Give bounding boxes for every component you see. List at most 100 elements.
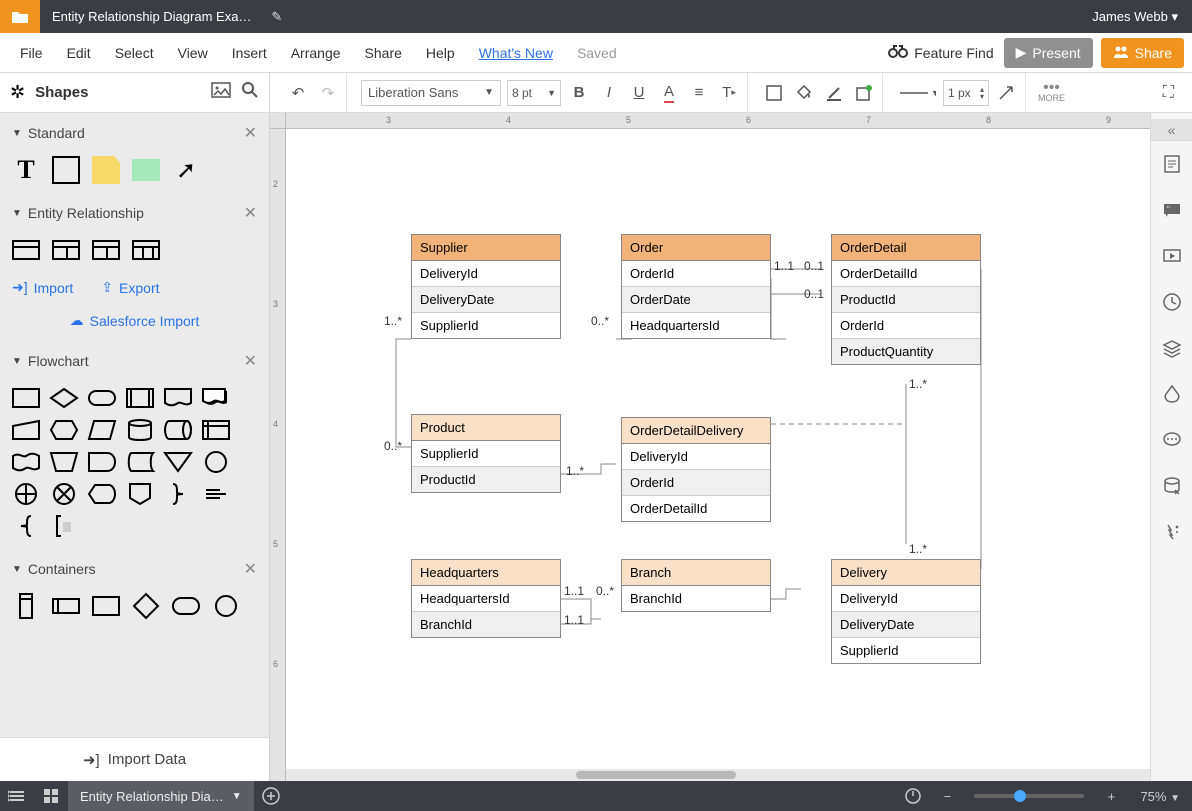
line-arrow-button[interactable] bbox=[995, 81, 1019, 105]
menu-arrange[interactable]: Arrange bbox=[279, 37, 353, 69]
history-icon[interactable] bbox=[1151, 279, 1192, 325]
menu-file[interactable]: File bbox=[8, 37, 55, 69]
add-page-button[interactable] bbox=[254, 781, 288, 811]
fc-note-item[interactable] bbox=[202, 483, 230, 505]
rename-icon[interactable]: ✎ bbox=[271, 9, 282, 25]
panel-header-standard[interactable]: ▼ Standard ✕ bbox=[0, 113, 269, 153]
fc-direct-data[interactable] bbox=[164, 419, 192, 441]
fc-display[interactable] bbox=[88, 483, 116, 505]
shape-er-table1[interactable] bbox=[12, 239, 40, 261]
er-export-link[interactable]: ⇪Export bbox=[101, 279, 159, 296]
italic-button[interactable]: I bbox=[597, 81, 621, 105]
shape-text[interactable]: T bbox=[12, 159, 40, 181]
er-import-link[interactable]: ➜]Import bbox=[12, 279, 73, 296]
cont-swimlane-h[interactable] bbox=[52, 595, 80, 617]
actions-icon[interactable] bbox=[1151, 509, 1192, 555]
menu-whatsnew[interactable]: What's New bbox=[467, 37, 565, 69]
cont-pill[interactable] bbox=[172, 595, 200, 617]
entity-order[interactable]: Order OrderId OrderDate HeadquartersId bbox=[621, 234, 771, 339]
share-button[interactable]: Share bbox=[1101, 38, 1184, 68]
fc-preparation[interactable] bbox=[50, 419, 78, 441]
shape-rectangle[interactable] bbox=[52, 159, 80, 181]
line-style-button[interactable]: ▼ bbox=[897, 81, 937, 105]
cont-rect[interactable] bbox=[92, 595, 120, 617]
layers-icon[interactable] bbox=[1151, 325, 1192, 371]
fc-multidoc[interactable] bbox=[202, 387, 230, 409]
user-menu[interactable]: James Webb ▾ bbox=[1078, 9, 1192, 25]
entity-product[interactable]: Product SupplierId ProductId bbox=[411, 414, 561, 493]
feature-find[interactable]: Feature Find bbox=[888, 44, 993, 61]
menu-share[interactable]: Share bbox=[353, 37, 414, 69]
undo-button[interactable]: ↶ bbox=[286, 81, 310, 105]
fc-connector[interactable] bbox=[202, 451, 230, 473]
entity-branch[interactable]: Branch BranchId bbox=[621, 559, 771, 612]
scrollbar-horizontal[interactable] bbox=[286, 769, 1150, 781]
close-icon[interactable]: ✕ bbox=[244, 123, 257, 143]
more-button[interactable]: ••• MORE bbox=[1038, 83, 1065, 103]
shape-note[interactable] bbox=[92, 159, 120, 181]
menu-edit[interactable]: Edit bbox=[55, 37, 103, 69]
menu-help[interactable]: Help bbox=[414, 37, 467, 69]
redo-button[interactable]: ↷ bbox=[316, 81, 340, 105]
shape-options-button[interactable] bbox=[852, 81, 876, 105]
zoom-thumb[interactable] bbox=[1014, 790, 1026, 802]
canvas[interactable]: Supplier DeliveryId DeliveryDate Supplie… bbox=[286, 129, 1150, 781]
menu-insert[interactable]: Insert bbox=[220, 37, 279, 69]
fc-manual-input[interactable] bbox=[12, 419, 40, 441]
folder-icon[interactable] bbox=[0, 0, 40, 33]
fc-or[interactable] bbox=[12, 483, 40, 505]
collapse-sidebar-button[interactable]: « bbox=[1151, 119, 1192, 141]
text-color-button[interactable]: A bbox=[657, 81, 681, 105]
panel-header-er[interactable]: ▼ Entity Relationship ✕ bbox=[0, 193, 269, 233]
font-size-select[interactable]: 8 pt ▼ bbox=[507, 80, 561, 106]
import-data-button[interactable]: ➜] Import Data bbox=[0, 737, 269, 781]
document-title[interactable]: Entity Relationship Diagram Exa… bbox=[40, 9, 263, 24]
present-button[interactable]: ▶ Present bbox=[1004, 38, 1093, 68]
underline-button[interactable]: U bbox=[627, 81, 651, 105]
close-icon[interactable]: ✕ bbox=[244, 203, 257, 223]
align-button[interactable]: ≡ bbox=[687, 81, 711, 105]
sync-icon[interactable] bbox=[896, 781, 930, 811]
zoom-in-button[interactable]: + bbox=[1094, 781, 1128, 811]
entity-orderdetail[interactable]: OrderDetail OrderDetailId ProductId Orde… bbox=[831, 234, 981, 365]
outline-view-icon[interactable] bbox=[0, 781, 34, 811]
shape-er-table3[interactable] bbox=[92, 239, 120, 261]
cont-swimlane-v[interactable] bbox=[12, 595, 40, 617]
fc-terminator[interactable] bbox=[88, 387, 116, 409]
fc-paper-tape[interactable] bbox=[12, 451, 40, 473]
comments-icon[interactable]: " bbox=[1151, 187, 1192, 233]
fc-decision[interactable] bbox=[50, 387, 78, 409]
entity-odd[interactable]: OrderDetailDelivery DeliveryId OrderId O… bbox=[621, 417, 771, 522]
search-icon[interactable] bbox=[241, 81, 259, 104]
panel-header-containers[interactable]: ▼ Containers ✕ bbox=[0, 549, 269, 589]
fc-summing[interactable] bbox=[50, 483, 78, 505]
shape-er-table2[interactable] bbox=[52, 239, 80, 261]
fc-process[interactable] bbox=[12, 387, 40, 409]
bold-button[interactable]: B bbox=[567, 81, 591, 105]
fullscreen-button[interactable]: ⛶ bbox=[1155, 84, 1182, 102]
page-tab[interactable]: Entity Relationship Dia… ▼ bbox=[68, 781, 254, 811]
menu-select[interactable]: Select bbox=[103, 37, 166, 69]
text-options-button[interactable]: T▸ bbox=[717, 81, 741, 105]
border-color-button[interactable] bbox=[822, 81, 846, 105]
zoom-out-button[interactable]: − bbox=[930, 781, 964, 811]
fc-predefined[interactable] bbox=[126, 387, 154, 409]
fc-manual-op[interactable] bbox=[50, 451, 78, 473]
entity-delivery[interactable]: Delivery DeliveryId DeliveryDate Supplie… bbox=[831, 559, 981, 664]
fc-database[interactable] bbox=[126, 419, 154, 441]
zoom-level[interactable]: 75% ▼ bbox=[1128, 789, 1192, 804]
chat-icon[interactable] bbox=[1151, 417, 1192, 463]
scroll-thumb[interactable] bbox=[576, 771, 736, 779]
fc-internal-storage[interactable] bbox=[202, 419, 230, 441]
shape-outline-button[interactable] bbox=[762, 81, 786, 105]
grid-view-icon[interactable] bbox=[34, 781, 68, 811]
fc-delay[interactable] bbox=[88, 451, 116, 473]
zoom-slider[interactable] bbox=[974, 794, 1084, 798]
cont-circle[interactable] bbox=[212, 595, 240, 617]
shape-er-table4[interactable] bbox=[132, 239, 160, 261]
fc-stored-data[interactable] bbox=[126, 451, 154, 473]
fc-offpage[interactable] bbox=[126, 483, 154, 505]
present-panel-icon[interactable] bbox=[1151, 233, 1192, 279]
fc-brace-right[interactable] bbox=[164, 483, 192, 505]
fc-note2[interactable] bbox=[50, 515, 78, 537]
